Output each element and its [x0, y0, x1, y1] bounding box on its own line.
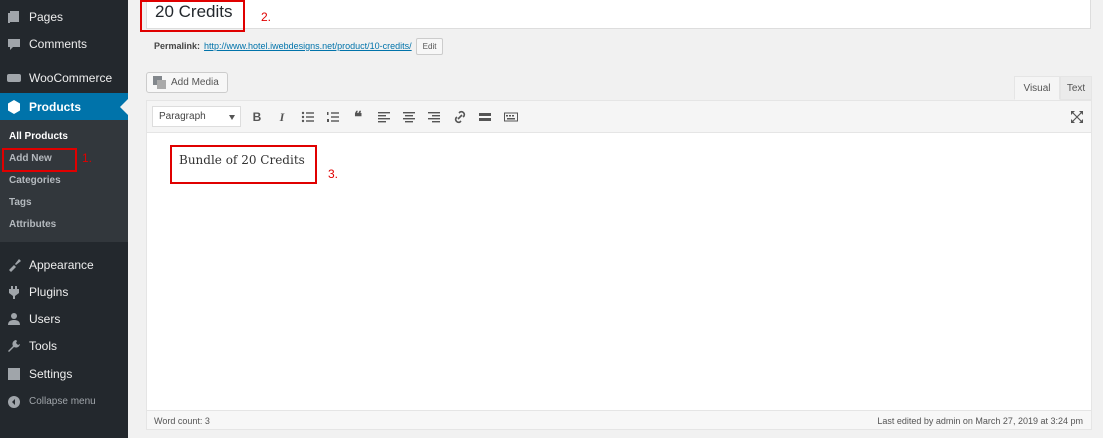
- comments-icon: [7, 37, 21, 51]
- italic-icon[interactable]: I: [272, 107, 292, 127]
- numbered-list-icon[interactable]: [323, 107, 343, 127]
- sidebar-item-tools[interactable]: Tools: [0, 332, 128, 359]
- sidebar-item-label: WooCommerce: [29, 70, 113, 85]
- permalink-edit-button[interactable]: Edit: [415, 37, 444, 55]
- align-center-icon[interactable]: [399, 107, 419, 127]
- permalink-link[interactable]: http://www.hotel.iwebdesigns.net/product…: [204, 41, 412, 51]
- sidebar-item-label: Appearance: [29, 257, 94, 272]
- format-select-value: Paragraph: [159, 111, 206, 122]
- format-select[interactable]: Paragraph: [152, 106, 241, 127]
- collapse-menu-button[interactable]: Collapse menu: [0, 388, 128, 415]
- sidebar-item-label: Plugins: [29, 284, 69, 299]
- toolbar-toggle-icon[interactable]: [501, 107, 521, 127]
- align-right-icon[interactable]: [424, 107, 444, 127]
- media-icon: [153, 76, 166, 89]
- align-left-icon[interactable]: [374, 107, 394, 127]
- submenu-categories[interactable]: Categories: [9, 175, 61, 186]
- title-input[interactable]: 20 Credits: [146, 0, 1091, 29]
- products-icon: [7, 99, 21, 114]
- pages-icon: [7, 10, 21, 24]
- chevron-down-icon: [229, 115, 235, 120]
- tab-visual[interactable]: Visual: [1014, 76, 1060, 100]
- appearance-icon: [7, 258, 21, 272]
- sidebar-item-label: Collapse menu: [29, 396, 96, 407]
- sidebar-item-label: Pages: [29, 9, 64, 24]
- submenu-all-products[interactable]: All Products: [9, 131, 68, 142]
- woocommerce-icon: [7, 71, 21, 85]
- submenu-tags[interactable]: Tags: [9, 197, 32, 208]
- settings-icon: [7, 367, 21, 381]
- fullscreen-icon[interactable]: [1067, 107, 1087, 127]
- word-count: Word count: 3: [154, 416, 210, 426]
- annotation-box-3: [170, 145, 317, 184]
- admin-sidebar: Pages Comments WooCommerce Products All …: [0, 0, 128, 438]
- sidebar-item-pages[interactable]: Pages: [0, 3, 128, 30]
- sidebar-item-settings[interactable]: Settings: [0, 360, 128, 387]
- blockquote-icon[interactable]: ❝: [348, 107, 368, 127]
- sidebar-item-label: Comments: [29, 36, 88, 51]
- link-icon[interactable]: [450, 107, 470, 127]
- bullet-list-icon[interactable]: [298, 107, 318, 127]
- sidebar-item-woocommerce[interactable]: WooCommerce: [0, 64, 128, 91]
- annotation-number-3: 3.: [328, 167, 339, 181]
- sidebar-item-label: Products: [29, 99, 82, 114]
- sidebar-item-products[interactable]: Products: [0, 93, 128, 120]
- sidebar-item-label: Tools: [29, 338, 58, 353]
- sidebar-item-label: Settings: [29, 366, 73, 381]
- sidebar-item-label: Users: [29, 311, 61, 326]
- permalink-label: Permalink:: [154, 41, 201, 51]
- sidebar-item-appearance[interactable]: Appearance: [0, 251, 128, 278]
- products-submenu: All Products Add New Categories Tags Att…: [0, 120, 128, 242]
- active-arrow: [120, 98, 128, 115]
- bold-icon[interactable]: B: [247, 107, 267, 127]
- plugins-icon: [7, 285, 21, 299]
- collapse-icon: [7, 395, 21, 409]
- annotation-number-1: 1.: [82, 151, 93, 165]
- submenu-attributes[interactable]: Attributes: [9, 219, 56, 230]
- wrench-icon: [7, 339, 21, 353]
- sidebar-item-comments[interactable]: Comments: [0, 30, 128, 57]
- editor-toolbar: Paragraph B I ❝: [147, 101, 1091, 133]
- read-more-icon[interactable]: [475, 107, 495, 127]
- sidebar-item-users[interactable]: Users: [0, 305, 128, 332]
- tab-text[interactable]: Text: [1060, 76, 1092, 100]
- permalink-row: Permalink: http://www.hotel.iwebdesigns.…: [154, 36, 444, 56]
- add-media-label: Add Media: [171, 77, 219, 88]
- editor-statusbar: Word count: 3 Last edited by admin on Ma…: [147, 410, 1091, 429]
- annotation-number-2: 2.: [261, 10, 272, 24]
- add-media-button[interactable]: Add Media: [146, 72, 228, 93]
- users-icon: [7, 312, 21, 326]
- sidebar-item-plugins[interactable]: Plugins: [0, 278, 128, 305]
- annotation-box-1: [2, 148, 77, 172]
- annotation-box-2: [140, 0, 245, 32]
- last-edited: Last edited by admin on March 27, 2019 a…: [877, 416, 1083, 426]
